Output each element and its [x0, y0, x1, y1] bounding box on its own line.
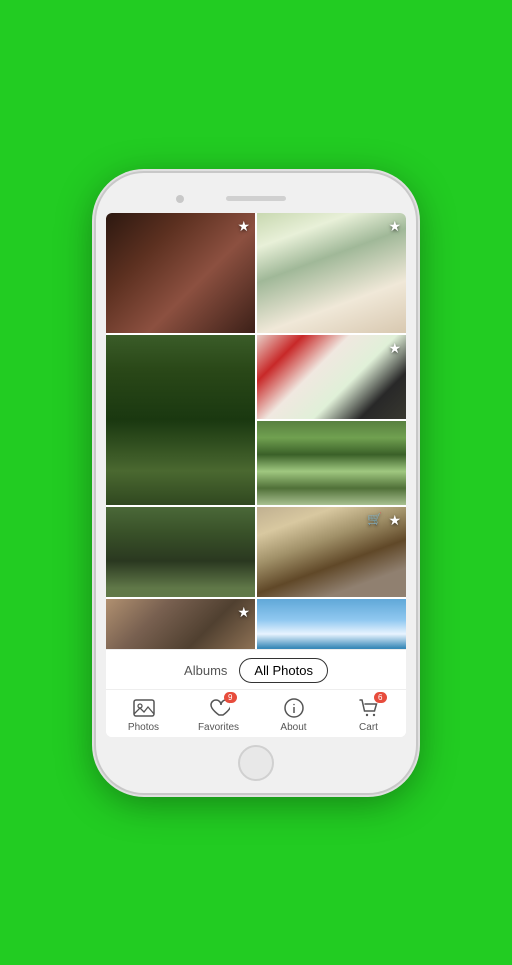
photo-cell-7[interactable]: 🛒 ★ — [257, 507, 406, 597]
phone-speaker — [226, 196, 286, 201]
nav-item-favorites[interactable]: 9 Favorites — [191, 696, 246, 733]
phone-top-bar — [106, 185, 406, 213]
photo-cell-3[interactable] — [106, 335, 255, 505]
photo-cell-9[interactable] — [257, 599, 406, 649]
nav-label-about: About — [280, 722, 306, 733]
star-icon-1: ★ — [237, 218, 250, 235]
star-icon-7: ★ — [388, 512, 401, 529]
nav-label-cart: Cart — [359, 722, 378, 733]
phone-home-button[interactable] — [238, 745, 274, 781]
nav-item-cart[interactable]: 6 Cart — [341, 696, 396, 733]
star-icon-4: ★ — [388, 340, 401, 357]
star-icon-2: ★ — [388, 218, 401, 235]
nav-item-photos[interactable]: Photos — [116, 696, 171, 733]
heart-icon: 9 — [207, 696, 231, 720]
cart-badge: 6 — [374, 692, 386, 704]
cart-icon: 6 — [357, 696, 381, 720]
photo-cell-5[interactable] — [257, 421, 406, 505]
photo-icon — [132, 696, 156, 720]
phone-frame: ★ ★ ★ 🛒 ★ — [96, 173, 416, 793]
photo-cell-4[interactable]: ★ — [257, 335, 406, 419]
nav-label-favorites: Favorites — [198, 722, 239, 733]
photo-cell-6[interactable] — [106, 507, 255, 597]
nav-item-about[interactable]: About — [266, 696, 321, 733]
bottom-nav: Photos 9 Favorites — [106, 689, 406, 737]
all-photos-filter[interactable]: All Photos — [239, 658, 328, 683]
cart-icon-7: 🛒 — [367, 512, 382, 526]
favorites-badge: 9 — [224, 692, 236, 704]
phone-camera — [176, 195, 184, 203]
info-icon — [282, 696, 306, 720]
filter-bar: Albums All Photos — [106, 649, 406, 689]
photo-cell-2[interactable]: ★ — [257, 213, 406, 333]
albums-filter[interactable]: Albums — [184, 663, 227, 678]
phone-screen: ★ ★ ★ 🛒 ★ — [106, 213, 406, 737]
nav-label-photos: Photos — [128, 722, 159, 733]
photo-grid: ★ ★ ★ 🛒 ★ — [106, 213, 406, 649]
star-icon-8: ★ — [237, 604, 250, 621]
photo-cell-1[interactable]: ★ — [106, 213, 255, 333]
photo-cell-8[interactable]: ★ — [106, 599, 255, 649]
